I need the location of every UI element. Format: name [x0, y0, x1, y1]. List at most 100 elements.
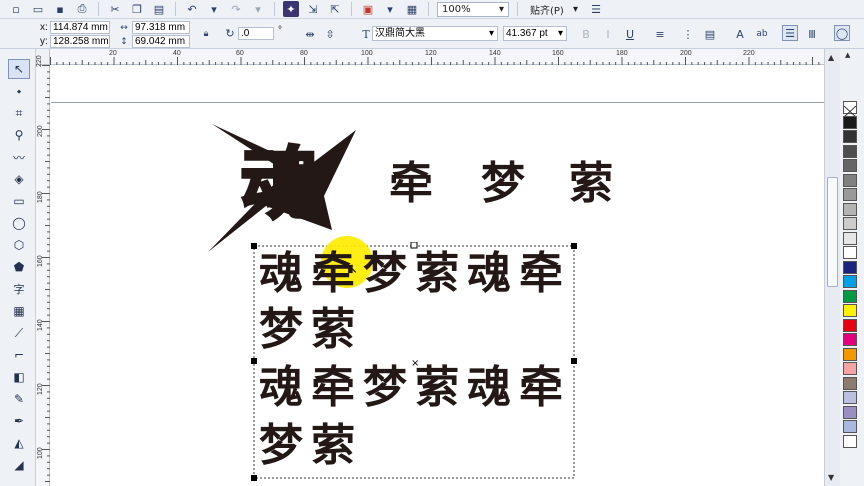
rotation-icon[interactable]: ↻ [222, 25, 238, 41]
interactive-fill-tool-icon[interactable]: ◢ [8, 455, 30, 475]
interactive-fill-icon[interactable]: ◯ [834, 25, 850, 41]
paragraph-text[interactable]: 魂 牵 梦 萦 魂 牵 梦 萦 魂 牵 梦 萦 魂 牵 梦 萦 [259, 252, 575, 480]
zoom-level-select[interactable]: 100% ▾ [437, 1, 509, 17]
italic-icon[interactable]: I [600, 26, 616, 42]
bold-icon[interactable]: B [578, 26, 594, 42]
basic-shapes-tool-icon[interactable]: ⬟ [8, 257, 30, 277]
color-swatch[interactable] [843, 130, 857, 143]
cut-icon[interactable]: ✂ [107, 1, 123, 17]
width-field[interactable]: 97.318 mm [132, 21, 190, 34]
import-icon[interactable]: ⇲ [305, 1, 321, 17]
rectangle-tool-icon[interactable]: ▭ [8, 191, 30, 211]
color-swatch[interactable] [843, 405, 857, 419]
vertical-scrollbar[interactable]: ▲ ▼ [824, 49, 840, 486]
redo-dropdown-icon[interactable]: ▾ [250, 1, 266, 17]
ruler-label-v160: 160 [37, 255, 44, 267]
open-folder-icon[interactable]: ▭ [30, 1, 46, 17]
color-swatch[interactable] [843, 115, 857, 129]
color-swatch[interactable] [843, 231, 857, 245]
horizontal-ruler-ticks [50, 57, 820, 65]
horizontal-ruler[interactable]: 20 40 60 80 100 120 140 160 180 200 220 [50, 49, 824, 65]
eyedropper-tool-icon[interactable]: ✎ [8, 389, 30, 409]
vertical-ruler[interactable]: 220 200 180 160 140 120 100 [36, 55, 50, 486]
pick-tool-icon[interactable]: ↖ [8, 59, 30, 79]
underline-icon[interactable]: U [622, 26, 638, 42]
blend-tool-icon[interactable]: ◧ [8, 367, 30, 387]
table-tool-icon[interactable]: ▦ [8, 301, 30, 321]
color-swatch[interactable] [843, 144, 857, 158]
color-swatch[interactable] [843, 260, 857, 274]
color-swatch[interactable] [843, 376, 857, 390]
launcher-dropdown-icon[interactable]: ▾ [382, 1, 398, 17]
rotation-field[interactable]: .0 [238, 27, 274, 40]
color-swatch[interactable] [843, 347, 857, 361]
search-content-icon[interactable]: ✦ [283, 1, 299, 17]
palette-scroll-up-icon[interactable]: ▲ [845, 51, 850, 59]
polygon-tool-icon[interactable]: ⬡ [8, 235, 30, 255]
character-formatting-icon[interactable]: A [732, 26, 748, 42]
shape-tool-icon[interactable]: ⬩ [8, 81, 30, 101]
color-swatch[interactable] [843, 217, 857, 230]
redo-icon[interactable]: ↷ [228, 1, 244, 17]
outline-pen-tool-icon[interactable]: ✒ [8, 411, 30, 431]
options-icon[interactable]: ☰ [588, 1, 604, 17]
bullet-list-icon[interactable]: ⋮ [680, 26, 696, 42]
text-char: 魂 [259, 248, 303, 299]
color-swatch[interactable] [843, 275, 857, 288]
color-swatch[interactable] [843, 304, 857, 317]
font-list-select[interactable]: 汉鼎简大黑 ▾ [372, 26, 498, 41]
font-size-select[interactable]: 41.367 pt ▾ [503, 26, 567, 41]
horizontal-text-icon[interactable]: ☰ [782, 25, 798, 41]
vertical-text-icon[interactable]: Ⅲ [804, 26, 820, 42]
undo-dropdown-icon[interactable]: ▾ [206, 1, 222, 17]
chevron-down-icon: ▾ [572, 3, 578, 15]
drop-cap-icon[interactable]: ▤ [702, 26, 718, 42]
ruler-label-v200: 200 [37, 125, 44, 137]
color-swatch[interactable] [843, 420, 857, 433]
no-color-swatch[interactable] [843, 101, 857, 118]
color-swatch[interactable] [843, 173, 857, 187]
save-icon[interactable]: ▪ [52, 1, 68, 17]
application-launcher-icon[interactable]: ▣ [360, 1, 376, 17]
snap-to-select[interactable]: 贴齐(P) ▾ [526, 2, 582, 17]
color-swatch[interactable] [843, 246, 857, 259]
zoom-tool-icon[interactable]: ⚲ [8, 125, 30, 145]
color-swatch[interactable] [843, 362, 857, 375]
color-swatch[interactable] [843, 391, 857, 404]
copy-icon[interactable]: ❐ [129, 1, 145, 17]
lock-ratio-icon[interactable]: 🔒︎ [198, 26, 214, 42]
export-icon[interactable]: ⇱ [327, 1, 343, 17]
color-swatch[interactable] [843, 159, 857, 172]
print-icon[interactable]: ⎙ [74, 1, 90, 17]
dimension-tool-icon[interactable]: ⟋ [8, 323, 30, 343]
x-position-field[interactable]: 114.874 mm [50, 21, 110, 34]
color-swatch[interactable] [843, 333, 857, 346]
mirror-vertical-icon[interactable]: ⇳ [322, 26, 338, 42]
crop-tool-icon[interactable]: ⌗ [8, 103, 30, 123]
ellipse-tool-icon[interactable]: ◯ [8, 213, 30, 233]
fill-tool-icon[interactable]: ◭ [8, 433, 30, 453]
color-swatch[interactable] [843, 434, 857, 448]
color-swatch[interactable] [843, 289, 857, 303]
text-alignment-icon[interactable]: ≡ [652, 26, 668, 42]
y-position-field[interactable]: 128.258 mm [50, 35, 110, 48]
undo-icon[interactable]: ↶ [184, 1, 200, 17]
color-swatch[interactable] [843, 318, 857, 332]
mirror-horizontal-icon[interactable]: ⇹ [302, 26, 318, 42]
ruler-label-20: 20 [109, 50, 117, 57]
freehand-tool-icon[interactable]: 〰 [8, 147, 30, 167]
paste-icon[interactable]: ▤ [151, 1, 167, 17]
height-field[interactable]: 69.042 mm [132, 35, 190, 48]
new-document-icon[interactable]: ▫ [8, 1, 24, 17]
welcome-screen-icon[interactable]: ▦ [404, 1, 420, 17]
text-tool-icon[interactable]: 字 [8, 279, 30, 299]
edit-text-icon[interactable]: ab [754, 26, 770, 42]
scroll-down-icon[interactable]: ▼ [828, 473, 834, 482]
scroll-up-icon[interactable]: ▲ [828, 53, 834, 62]
connector-tool-icon[interactable]: ⌐ [8, 345, 30, 365]
color-swatch[interactable] [843, 188, 857, 201]
smart-fill-tool-icon[interactable]: ◈ [8, 169, 30, 189]
scrollbar-thumb[interactable] [827, 177, 838, 287]
drawing-canvas[interactable]: 魂 魂 牵 梦 萦 × ↖ 魂 牵 梦 萦 魂 牵 梦 萦 魂 牵 梦 萦 魂 … [51, 66, 824, 486]
color-swatch[interactable] [843, 202, 857, 216]
